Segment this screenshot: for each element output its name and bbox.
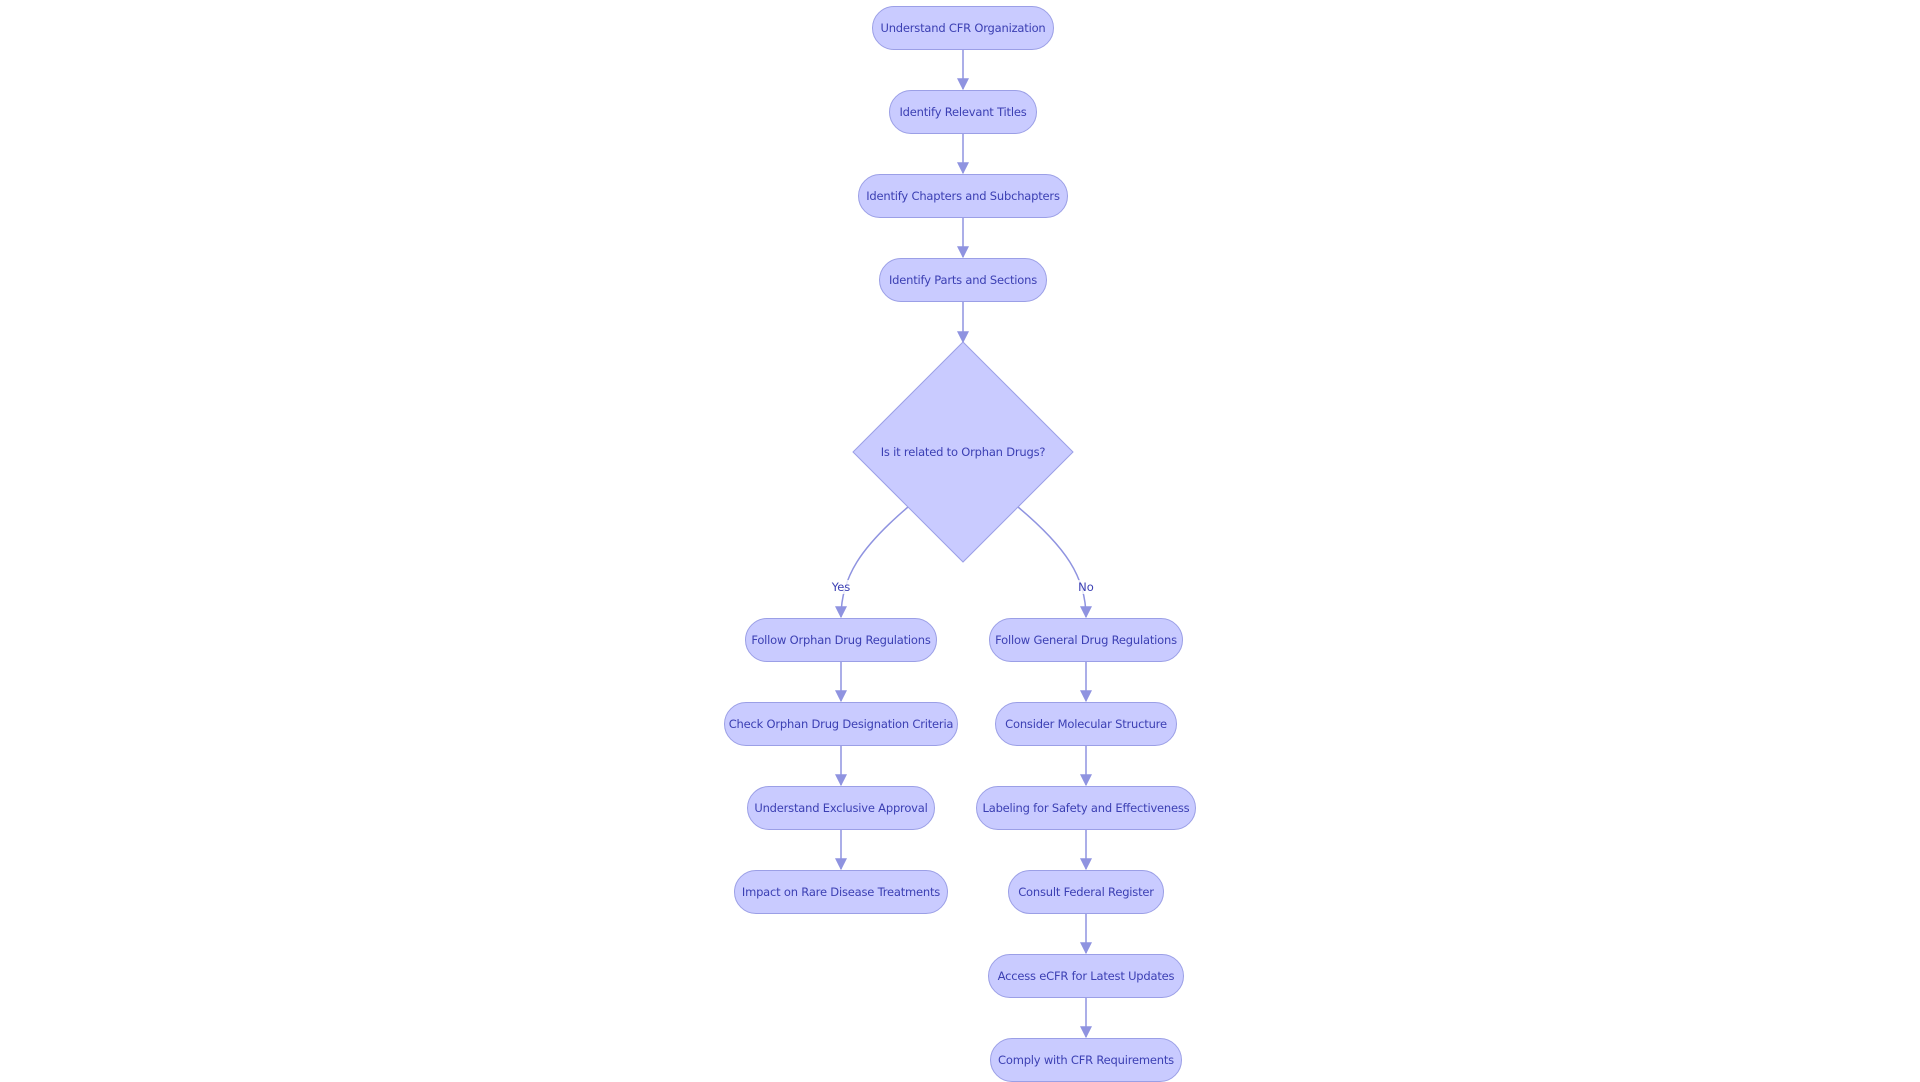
edge-d1-m1	[1017, 506, 1092, 619]
edge-d1-y1	[835, 506, 909, 619]
flow-node-n3: Identify Chapters and Subchapters	[858, 174, 1068, 218]
flow-node-m4: Consult Federal Register	[1008, 870, 1164, 914]
flow-node-m3: Labeling for Safety and Effectiveness	[976, 786, 1196, 830]
flow-node-n4: Identify Parts and Sections	[879, 258, 1047, 302]
flow-node-m6: Comply with CFR Requirements	[990, 1038, 1182, 1082]
edge-label-no: No	[1078, 580, 1094, 594]
flow-node-n2: Identify Relevant Titles	[889, 90, 1037, 134]
flowchart-canvas	[835, 50, 1092, 1039]
flow-node-y4: Impact on Rare Disease Treatments	[734, 870, 948, 914]
flow-node-n1: Understand CFR Organization	[872, 6, 1054, 50]
flow-node-y2: Check Orphan Drug Designation Criteria	[724, 702, 958, 746]
flow-node-m2: Consider Molecular Structure	[995, 702, 1177, 746]
flow-node-m1: Follow General Drug Regulations	[989, 618, 1183, 662]
flow-node-y1: Follow Orphan Drug Regulations	[745, 618, 937, 662]
decision-label: Is it related to Orphan Drugs?	[880, 445, 1046, 459]
flow-node-m5: Access eCFR for Latest Updates	[988, 954, 1184, 998]
edge-label-yes: Yes	[831, 580, 851, 594]
flow-node-y3: Understand Exclusive Approval	[747, 786, 935, 830]
